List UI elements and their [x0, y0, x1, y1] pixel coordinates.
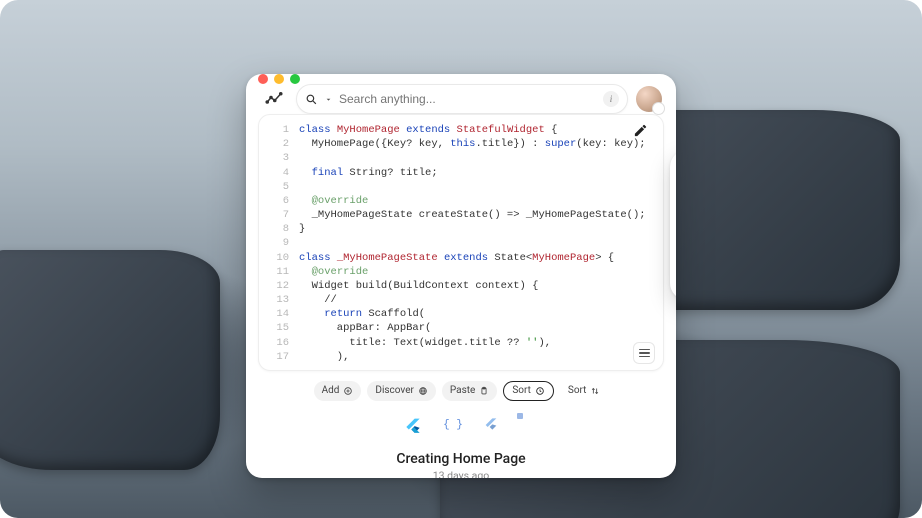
search-input[interactable]: [339, 92, 597, 106]
expand-code-button[interactable]: [633, 342, 655, 364]
avatar[interactable]: [636, 86, 662, 112]
code-line: 13 //: [269, 293, 653, 307]
window-close-button[interactable]: [258, 74, 268, 84]
window-zoom-button[interactable]: [290, 74, 300, 84]
code-line: 2 MyHomePage({Key? key, this.title}) : s…: [269, 137, 653, 151]
app-window: i 1class MyHomePage extends StatefulWidg…: [246, 74, 676, 478]
window-titlebar: [246, 74, 676, 84]
asset-more-icon[interactable]: [515, 411, 525, 421]
code-line: 7 _MyHomePageState createState() => _MyH…: [269, 208, 653, 222]
code-snippet-card: 1class MyHomePage extends StatefulWidget…: [258, 114, 664, 371]
card-title: Creating Home Page: [246, 451, 676, 467]
code-line: 1class MyHomePage extends StatefulWidget…: [269, 123, 653, 137]
add-button[interactable]: Add: [314, 381, 362, 401]
sort-alt-label: Sort: [568, 385, 587, 396]
code-line: 11 @override: [269, 265, 653, 279]
analytics-icon[interactable]: [260, 85, 288, 113]
action-bar: Add Discover Paste Sort Sort: [246, 381, 676, 401]
side-toolbar: [670, 150, 676, 300]
info-icon[interactable]: i: [603, 91, 619, 107]
code-line: 6 @override: [269, 194, 653, 208]
clock-icon: [535, 386, 545, 396]
globe-icon: [418, 386, 428, 396]
code-line: 3: [269, 151, 653, 165]
sort-arrows-icon: [590, 386, 600, 396]
code-line: 14 return Scaffold(: [269, 307, 653, 321]
wallpaper-rock: [0, 250, 220, 470]
top-bar: i: [246, 84, 676, 114]
sort-label: Sort: [512, 385, 531, 396]
discover-label: Discover: [375, 385, 414, 396]
code-line: 8}: [269, 222, 653, 236]
asset-icons-row: { }: [246, 411, 676, 443]
code-line: 5: [269, 180, 653, 194]
add-label: Add: [322, 385, 340, 396]
sort-alt-button[interactable]: Sort: [560, 381, 609, 401]
code-line: 16 title: Text(widget.title ?? ''),: [269, 336, 653, 350]
code-braces-icon[interactable]: { }: [439, 411, 467, 439]
desktop-wallpaper: i 1class MyHomePage extends StatefulWidg…: [0, 0, 922, 518]
card-subtitle: 13 days ago: [246, 469, 676, 478]
pencil-icon[interactable]: [633, 123, 653, 143]
code-line: 15 appBar: AppBar(: [269, 321, 653, 335]
search-field[interactable]: i: [296, 84, 628, 114]
window-minimize-button[interactable]: [274, 74, 284, 84]
paste-label: Paste: [450, 385, 475, 396]
chevron-down-icon[interactable]: [324, 95, 333, 104]
code-line: 17 ),: [269, 350, 653, 364]
discover-button[interactable]: Discover: [367, 381, 436, 401]
code-line: 12 Widget build(BuildContext context) {: [269, 279, 653, 293]
flutter-small-icon[interactable]: [477, 411, 505, 439]
code-line: 9: [269, 236, 653, 250]
paste-button[interactable]: Paste: [442, 381, 497, 401]
sort-button[interactable]: Sort: [503, 381, 554, 401]
code-line: 10class _MyHomePageState extends State<M…: [269, 251, 653, 265]
code-line: 4 final String? title;: [269, 166, 653, 180]
search-icon: [305, 93, 318, 106]
plus-icon: [343, 386, 353, 396]
flutter-icon[interactable]: [397, 411, 429, 443]
clipboard-icon: [479, 386, 489, 396]
